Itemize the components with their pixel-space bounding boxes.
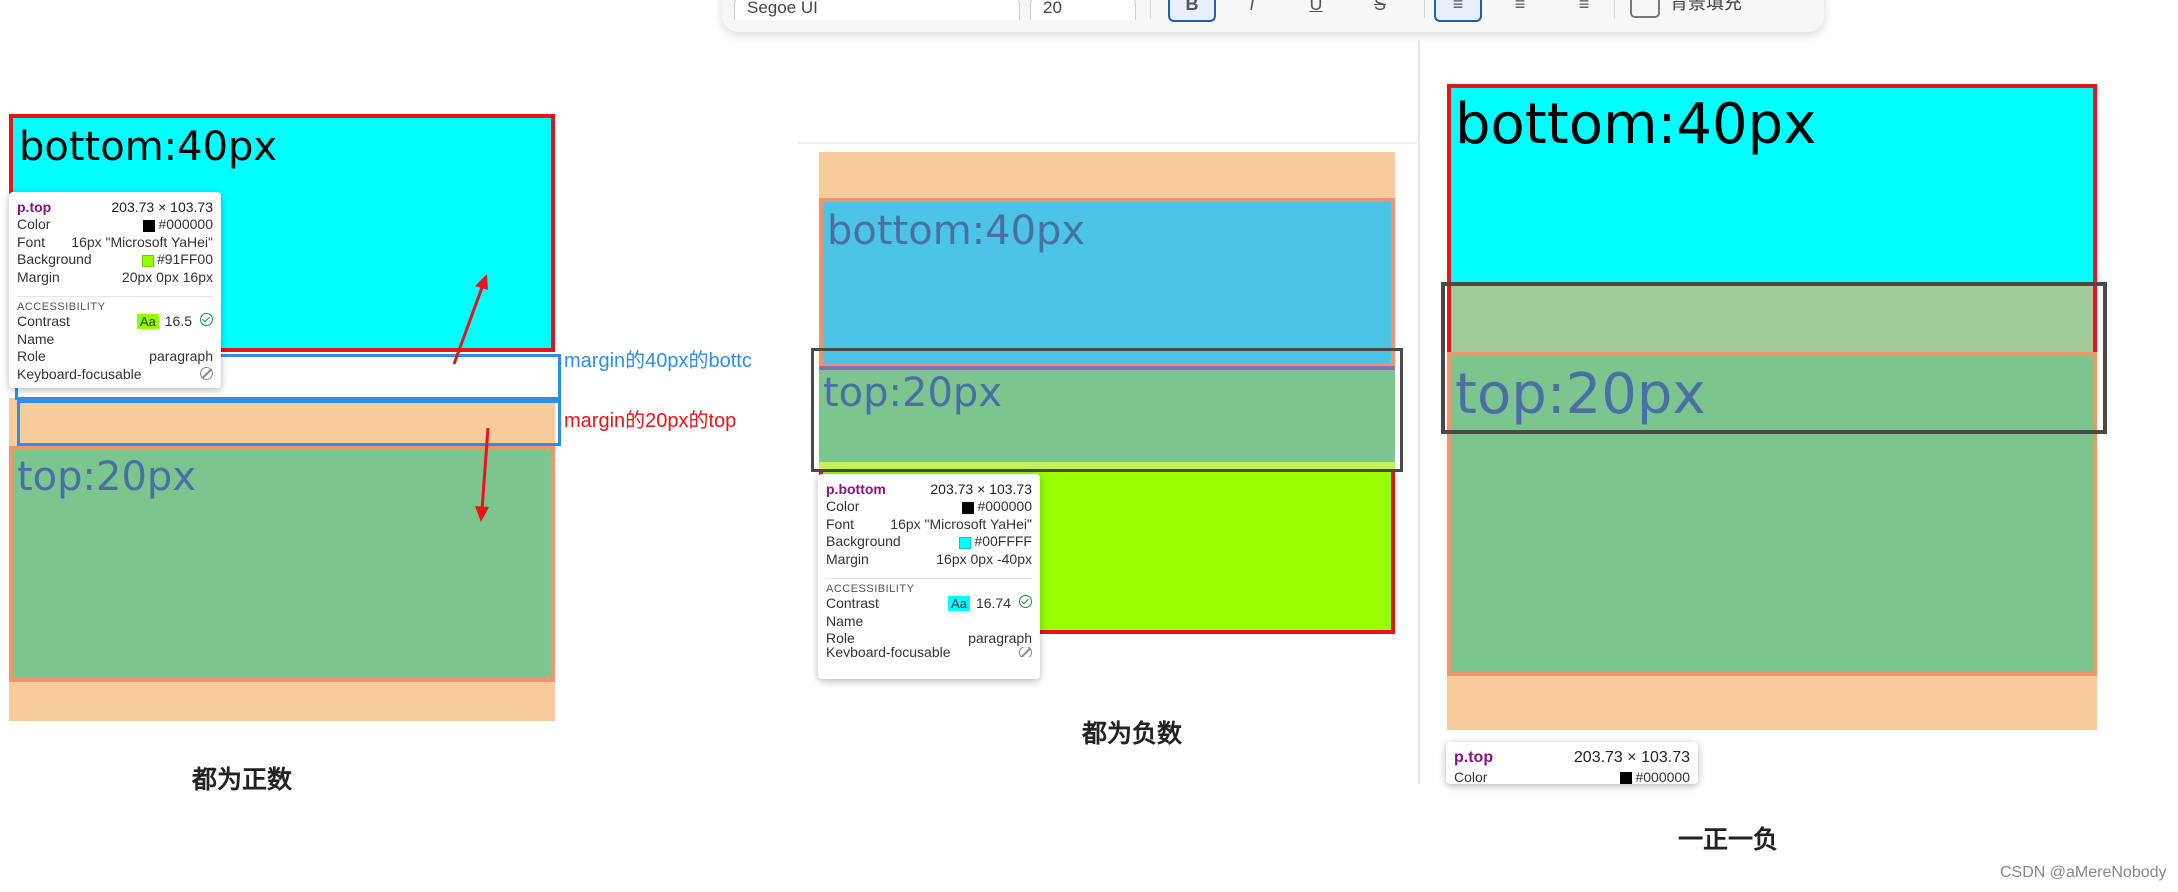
bottom-box-label: bottom:40px	[1455, 92, 1817, 157]
align-right-icon: ≡	[1578, 0, 1590, 14]
arrow-down-icon	[480, 427, 490, 511]
page-edge-line	[797, 142, 1417, 144]
tooltip-font-value: 16px "Microsoft YaHei"	[71, 233, 213, 250]
tooltip-selector: p.top	[1454, 749, 1494, 766]
background-swatch-icon	[959, 536, 972, 549]
tooltip-margin-value: 20px 0px 16px	[121, 268, 213, 285]
tooltip-contrast-value: 16.5	[164, 313, 192, 330]
tooltip-keyboard-label: Keyboard-focusable	[826, 647, 951, 657]
align-left-icon: ≡	[1452, 0, 1464, 14]
tooltip-margin-label: Margin	[826, 550, 869, 567]
tooltip-role-label: Role	[826, 630, 855, 647]
arrow-up-icon	[452, 281, 486, 365]
tooltip-margin-value: 16px 0px -40px	[936, 550, 1032, 567]
tooltip-color-label: Color	[826, 498, 860, 515]
align-center-icon: ≡	[1514, 0, 1526, 14]
format-toolbar: Segoe UI 20 B I U S ≡ ≡ ≡ 背景填充	[722, 0, 1824, 32]
tooltip-margin-label: Margin	[17, 268, 60, 285]
overlap-highlight	[811, 348, 1403, 472]
tooltip-font-label: Font	[826, 515, 855, 532]
tooltip-size: 203.73 × 103.73	[930, 480, 1032, 497]
tooltip-name-label: Name	[17, 330, 55, 347]
color-swatch-icon	[1620, 772, 1633, 784]
align-right-button[interactable]: ≡	[1562, 0, 1606, 20]
tooltip-color-label: Color	[17, 216, 51, 233]
contrast-sample: Aa	[948, 596, 970, 612]
watermark: CSDN @aMereNobody	[2000, 864, 2167, 881]
tooltip-selector: p.bottom	[826, 480, 886, 497]
tooltip-color-value: #000000	[977, 498, 1032, 515]
toolbar-separator	[1150, 0, 1151, 18]
background-fill-label: 背景填充	[1670, 0, 1742, 13]
caption-positive: 都为正数	[192, 766, 293, 794]
red-arrows	[452, 274, 490, 522]
tooltip-color-value: #000000	[158, 216, 213, 233]
tooltip-background-value: #00FFFF	[974, 533, 1032, 550]
check-icon	[200, 313, 213, 327]
not-focusable-icon	[200, 367, 213, 381]
tooltip-font-label: Font	[17, 233, 46, 250]
align-center-button[interactable]: ≡	[1498, 0, 1542, 20]
tooltip-color-label: Color	[1454, 768, 1488, 784]
tooltip-keyboard-label: Keyboard-focusable	[17, 365, 142, 382]
background-swatch-icon	[141, 254, 154, 267]
color-swatch-icon	[962, 501, 975, 514]
contrast-sample: Aa	[136, 314, 159, 330]
panel-divider	[1418, 40, 1420, 784]
tooltip-accessibility-heading: ACCESSIBILITY	[826, 577, 1032, 595]
tooltip-background-label: Background	[826, 533, 901, 550]
tooltip-background-label: Background	[17, 251, 92, 268]
font-size-select[interactable]: 20	[1030, 0, 1136, 20]
overlap-highlight	[1441, 282, 2107, 434]
top-box-label: top:20px	[17, 454, 196, 500]
font-family-select[interactable]: Segoe UI	[734, 0, 1020, 20]
tooltip-role-value: paragraph	[968, 630, 1032, 647]
bottom-box-label: bottom:40px	[19, 124, 278, 170]
tooltip-contrast-label: Contrast	[17, 313, 70, 330]
tooltip-size: 203.73 × 103.73	[1573, 749, 1690, 766]
italic-button[interactable]: I	[1230, 0, 1274, 20]
bottom-box-label: bottom:40px	[827, 208, 1086, 254]
toolbar-separator	[1614, 0, 1615, 18]
color-swatch-icon	[143, 219, 156, 232]
inspect-tooltip-negative: p.bottom 203.73 × 103.73 Color #000000 Fon…	[818, 474, 1040, 679]
bold-button[interactable]: B	[1168, 0, 1216, 22]
tooltip-selector: p.top	[17, 198, 52, 215]
align-left-button[interactable]: ≡	[1434, 0, 1482, 22]
underline-button[interactable]: U	[1294, 0, 1338, 20]
tooltip-role-label: Role	[17, 348, 46, 365]
caption-mixed: 一正一负	[1678, 826, 1779, 854]
strikethrough-button[interactable]: S	[1358, 0, 1402, 20]
not-focusable-icon	[1019, 647, 1032, 657]
arrow-down-head-icon	[475, 506, 489, 522]
background-fill-checkbox[interactable]	[1630, 0, 1660, 18]
annotation-top-margin: margin的20px的top	[564, 410, 737, 432]
toolbar-separator	[1424, 0, 1425, 18]
check-icon	[1019, 595, 1032, 609]
tooltip-name-label: Name	[826, 612, 864, 629]
tooltip-font-value: 16px "Microsoft YaHei"	[890, 515, 1032, 532]
inspect-tooltip-mixed: p.top 203.73 × 103.73 Color #000000	[1446, 742, 1698, 784]
tooltip-role-value: paragraph	[149, 348, 213, 365]
caption-negative: 都为负数	[1082, 720, 1183, 748]
arrow-up-head-icon	[475, 274, 488, 290]
annotation-bottom-margin: margin的40px的bottc	[564, 350, 752, 372]
bottom-box: bottom:40px	[819, 198, 1395, 368]
tooltip-size: 203.73 × 103.73	[111, 198, 213, 215]
tooltip-contrast-value: 16.74	[975, 595, 1011, 612]
tooltip-accessibility-heading: ACCESSIBILITY	[17, 295, 213, 313]
tooltip-background-value: #91FF00	[156, 251, 213, 268]
inspect-tooltip-positive: p.top 203.73 × 103.73 Color #000000 Font 16…	[9, 192, 221, 388]
negative-margin-strip	[819, 152, 1395, 198]
tooltip-contrast-label: Contrast	[826, 595, 879, 612]
tooltip-color-value: #000000	[1635, 768, 1690, 784]
